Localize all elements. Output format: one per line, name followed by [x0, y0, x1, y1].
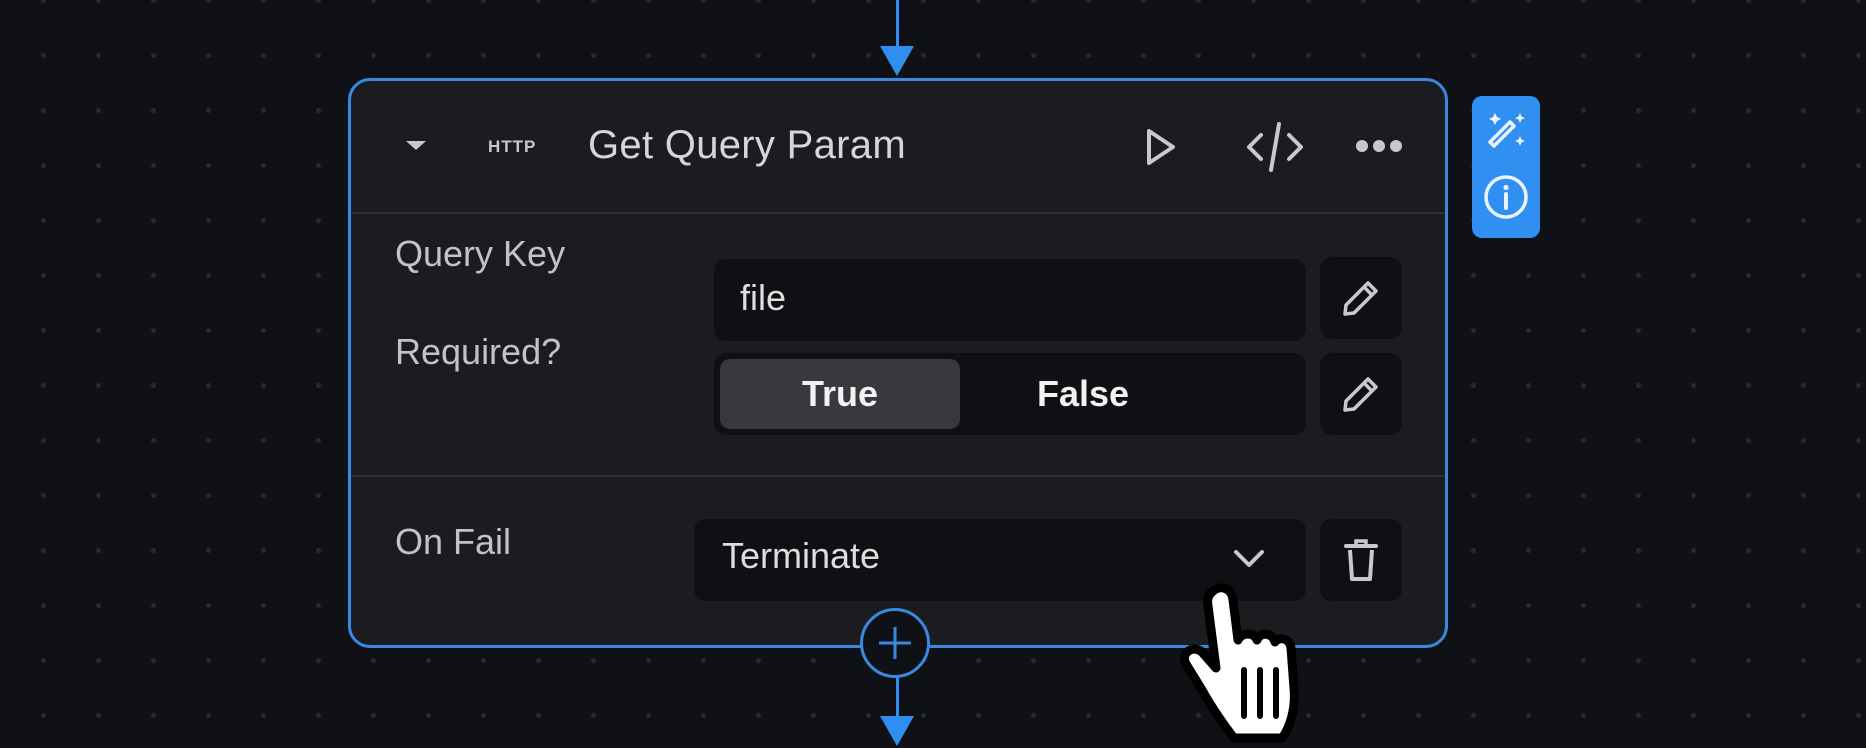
run-button[interactable]: [1141, 125, 1181, 169]
query-key-edit-button[interactable]: [1320, 257, 1402, 339]
required-label: Required?: [395, 331, 562, 372]
required-edit-button[interactable]: [1320, 353, 1402, 435]
delete-button[interactable]: [1320, 519, 1402, 601]
code-icon: [1247, 122, 1303, 172]
chevron-down-icon: [1234, 550, 1264, 567]
collapse-caret-icon[interactable]: [406, 141, 426, 150]
plus-icon: [879, 627, 911, 659]
node-type-tag: HTTP: [488, 137, 537, 156]
hand-pointer-cursor-icon: [1180, 583, 1299, 743]
on-fail-label: On Fail: [395, 521, 512, 562]
outgoing-arrow-icon: [880, 716, 914, 746]
on-fail-value: Terminate: [722, 535, 881, 576]
magic-wand-icon: [1488, 113, 1525, 148]
more-button[interactable]: [1354, 131, 1404, 161]
node-title: Get Query Param: [588, 123, 906, 167]
add-step-button[interactable]: [860, 608, 930, 678]
query-key-input[interactable]: file: [714, 259, 1306, 341]
play-icon: [1147, 129, 1175, 165]
info-button[interactable]: [1482, 170, 1530, 224]
code-button[interactable]: [1243, 121, 1307, 173]
node-side-panel: [1472, 96, 1540, 238]
required-option-true[interactable]: True: [720, 359, 960, 429]
more-horizontal-icon: [1356, 140, 1402, 152]
pencil-icon: [1343, 377, 1378, 412]
node-card[interactable]: HTTP Get Query Param Query Key file Requ…: [348, 78, 1448, 648]
incoming-arrow-icon: [880, 46, 914, 76]
body-divider: [351, 475, 1445, 477]
outgoing-connector: [896, 678, 899, 718]
incoming-connector: [896, 0, 899, 50]
info-icon: [1484, 175, 1528, 219]
magic-button[interactable]: [1482, 104, 1530, 160]
required-toggle[interactable]: True False: [714, 353, 1306, 435]
pencil-icon: [1343, 281, 1378, 316]
query-key-value: file: [740, 277, 787, 318]
query-key-label: Query Key: [395, 233, 566, 274]
trash-icon: [1344, 539, 1378, 581]
header-divider: [351, 212, 1445, 214]
required-option-false[interactable]: False: [964, 359, 1202, 429]
node-header: HTTP Get Query Param: [351, 81, 1445, 213]
